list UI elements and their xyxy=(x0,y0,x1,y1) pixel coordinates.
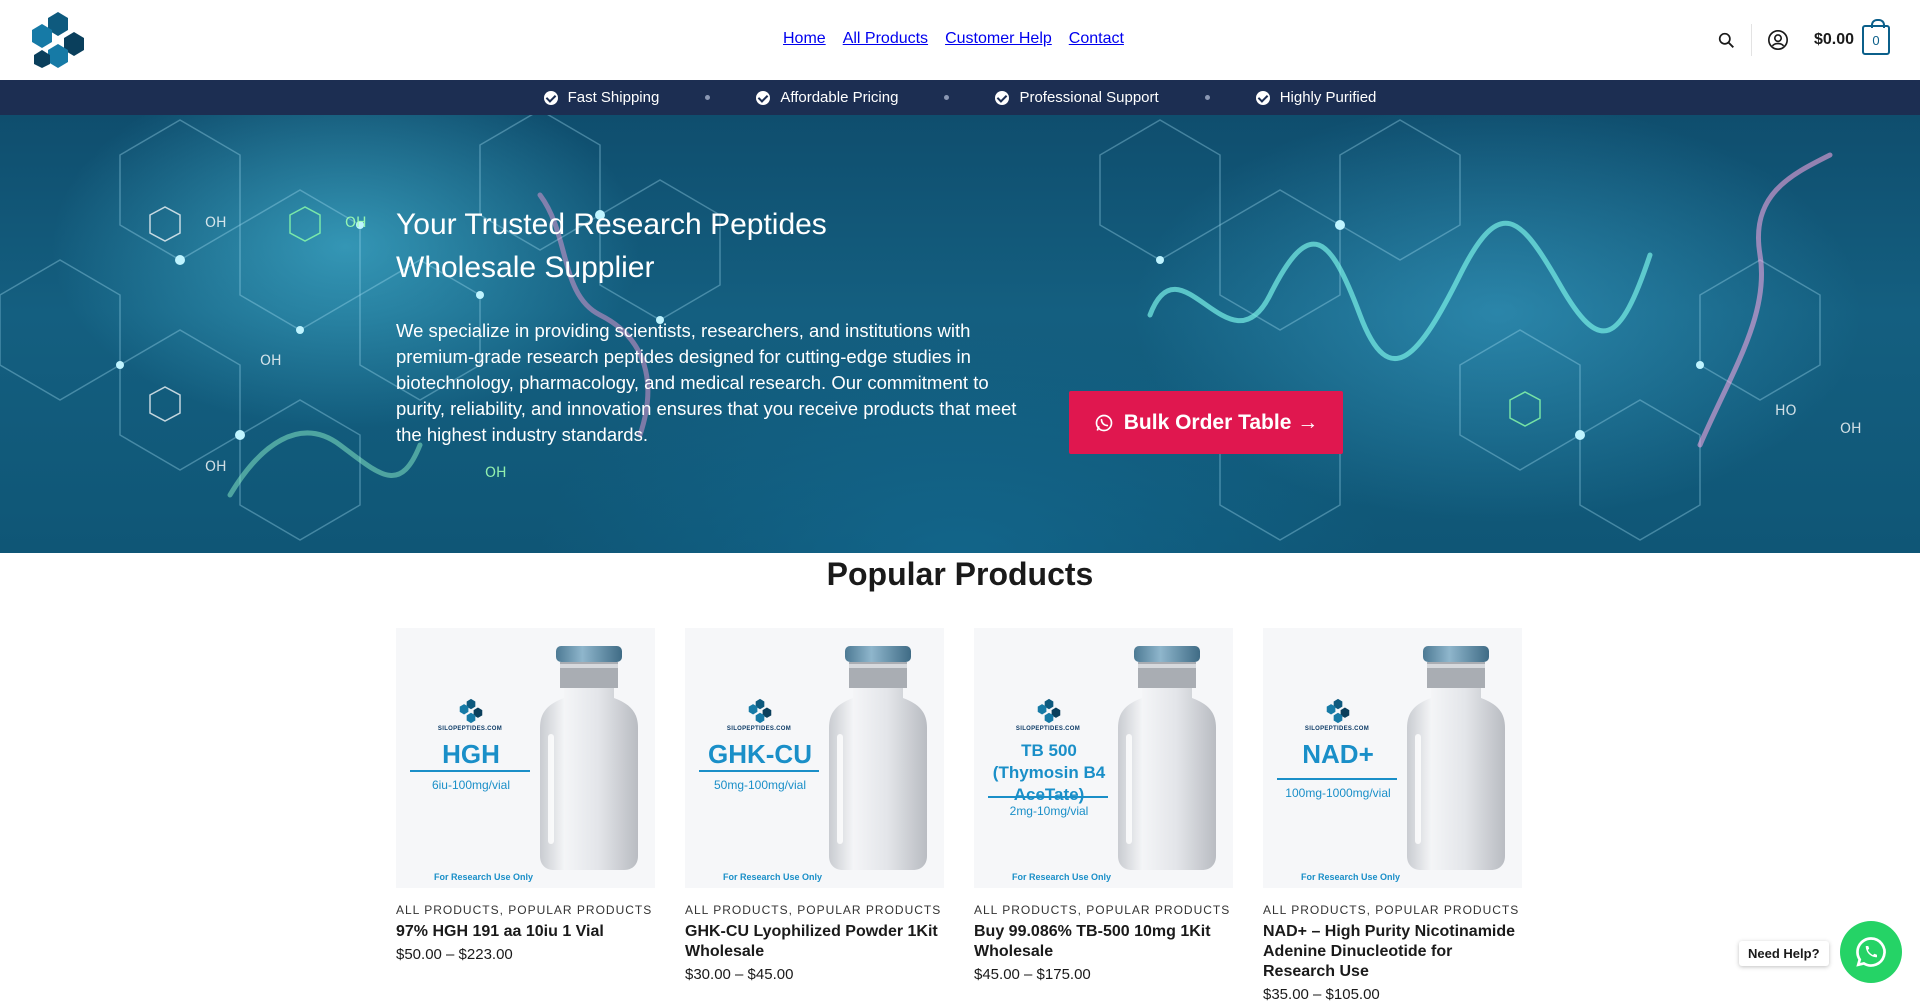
label-brand: SILOPEPTIDES.COM xyxy=(1304,726,1370,732)
product-title[interactable]: NAD+ – High Purity Nicotinamide Adenine … xyxy=(1263,922,1522,982)
svg-text:OH: OH xyxy=(205,215,227,231)
product-price: $50.00 – $223.00 xyxy=(396,946,513,963)
hero-banner: OH OH OH OH OH OH HO Your Trusted Resear… xyxy=(0,115,1920,553)
product-categories[interactable]: ALL PRODUCTS, POPULAR PRODUCTS xyxy=(396,903,655,917)
popular-products-title: Popular Products xyxy=(826,556,1094,592)
label-research-note: For Research Use Only xyxy=(722,872,823,882)
product-card[interactable]: SILOPEPTIDES.COM GHK-CU 50mg-100mg/vial … xyxy=(685,628,944,1003)
product-price: $30.00 – $45.00 xyxy=(685,966,794,983)
feature-fast-shipping: Fast Shipping xyxy=(543,89,660,106)
svg-text:OH: OH xyxy=(345,215,367,231)
cart-icon[interactable]: 0 xyxy=(1862,19,1890,55)
separator-dot xyxy=(944,95,950,100)
product-title[interactable]: 97% HGH 191 aa 10iu 1 Vial xyxy=(396,922,655,942)
product-categories[interactable]: ALL PRODUCTS, POPULAR PRODUCTS xyxy=(1263,903,1522,917)
header-divider xyxy=(1750,24,1752,56)
nav-home[interactable]: Home xyxy=(783,30,826,48)
header-actions: $0.00 0 xyxy=(1709,19,1890,58)
whatsapp-icon xyxy=(1095,414,1113,431)
hero-description: We specialize in providing scientists, r… xyxy=(396,320,1017,445)
check-circle-icon xyxy=(543,90,558,105)
label-divider xyxy=(988,796,1108,798)
vial-image xyxy=(540,646,638,870)
product-grid: SILOPEPTIDES.COM HGH 6iu-100mg/vial For … xyxy=(396,628,1522,1003)
label-research-note: For Research Use Only xyxy=(1011,872,1112,882)
label-brand: SILOPEPTIDES.COM xyxy=(726,726,792,732)
svg-text:OH: OH xyxy=(485,465,507,481)
label-research-note: For Research Use Only xyxy=(433,872,534,882)
product-categories[interactable]: ALL PRODUCTS, POPULAR PRODUCTS xyxy=(685,903,944,917)
feature-affordable-pricing: Affordable Pricing xyxy=(756,89,898,106)
label-dose: 6iu-100mg/vial xyxy=(431,778,511,792)
feature-label: Professional Support xyxy=(1019,89,1159,106)
product-title[interactable]: GHK-CU Lyophilized Powder 1Kit Wholesale xyxy=(685,922,944,962)
feature-professional-support: Professional Support xyxy=(995,89,1159,106)
vial-image xyxy=(1407,646,1505,870)
product-image[interactable]: SILOPEPTIDES.COM HGH 6iu-100mg/vial For … xyxy=(396,628,655,888)
bulk-order-button[interactable]: Bulk Order Table → xyxy=(1069,391,1343,454)
product-image[interactable]: SILOPEPTIDES.COM NAD+ 100mg-1000mg/vial … xyxy=(1263,628,1522,888)
label-product-name: HGH xyxy=(442,739,500,769)
brand-logo-icon xyxy=(1037,698,1061,724)
nav-contact[interactable]: Contact xyxy=(1069,30,1124,48)
separator-dot xyxy=(1204,95,1210,100)
account-icon[interactable] xyxy=(1760,22,1796,58)
main-nav: Home All Products Customer Help Contact xyxy=(783,30,1124,48)
product-image[interactable]: SILOPEPTIDES.COM TB 500 (Thymosin B4 Ace… xyxy=(974,628,1233,888)
feature-bar: Fast Shipping Affordable Pricing Profess… xyxy=(0,80,1920,115)
vial-image xyxy=(1118,646,1216,870)
cart-count: 0 xyxy=(1872,32,1880,48)
product-price: $45.00 – $175.00 xyxy=(974,966,1091,983)
svg-text:HO: HO xyxy=(1775,403,1797,419)
feature-label: Affordable Pricing xyxy=(780,89,899,106)
whatsapp-icon xyxy=(1856,937,1886,967)
nav-all-products[interactable]: All Products xyxy=(843,30,928,48)
product-card[interactable]: SILOPEPTIDES.COM NAD+ 100mg-1000mg/vial … xyxy=(1263,628,1522,1003)
bulk-order-label: Bulk Order Table → xyxy=(1123,410,1319,434)
separator-dot xyxy=(705,95,711,100)
label-divider xyxy=(1277,778,1397,780)
product-price: $35.00 – $105.00 xyxy=(1263,986,1380,1003)
label-dose: 100mg-1000mg/vial xyxy=(1285,786,1391,800)
label-dose: 50mg-100mg/vial xyxy=(713,778,807,792)
feature-label: Highly Purified xyxy=(1279,89,1377,106)
product-card[interactable]: SILOPEPTIDES.COM HGH 6iu-100mg/vial For … xyxy=(396,628,655,1003)
label-product-name: NAD+ xyxy=(1302,739,1374,769)
feature-label: Fast Shipping xyxy=(567,89,660,106)
label-brand: SILOPEPTIDES.COM xyxy=(437,726,503,732)
brand-logo-icon xyxy=(748,698,772,724)
feature-highly-purified: Highly Purified xyxy=(1255,89,1377,106)
vial-image xyxy=(829,646,927,870)
brand-logo-icon xyxy=(459,698,483,724)
product-categories[interactable]: ALL PRODUCTS, POPULAR PRODUCTS xyxy=(974,903,1233,917)
label-brand: SILOPEPTIDES.COM xyxy=(1015,726,1081,732)
svg-text:OH: OH xyxy=(260,353,282,369)
product-image[interactable]: SILOPEPTIDES.COM GHK-CU 50mg-100mg/vial … xyxy=(685,628,944,888)
site-header: Home All Products Customer Help Contact … xyxy=(0,0,1920,80)
label-divider xyxy=(410,770,530,772)
svg-text:OH: OH xyxy=(1840,421,1862,437)
cart-total[interactable]: $0.00 xyxy=(1814,31,1854,49)
product-title[interactable]: Buy 99.086% TB-500 10mg 1Kit Wholesale xyxy=(974,922,1233,962)
label-product-name: GHK-CU xyxy=(708,739,812,769)
need-help-label[interactable]: Need Help? xyxy=(1739,941,1829,966)
check-circle-icon xyxy=(1255,90,1270,105)
hero-title: Your Trusted Research Peptides Wholesale… xyxy=(396,208,827,284)
check-circle-icon xyxy=(756,90,771,105)
label-research-note: For Research Use Only xyxy=(1300,872,1401,882)
logo-icon[interactable] xyxy=(28,10,88,70)
check-circle-icon xyxy=(995,90,1010,105)
label-divider xyxy=(699,770,819,772)
search-icon[interactable] xyxy=(1709,22,1745,58)
nav-customer-help[interactable]: Customer Help xyxy=(945,30,1052,48)
label-dose: 2mg-10mg/vial xyxy=(1009,804,1089,818)
product-card[interactable]: SILOPEPTIDES.COM TB 500 (Thymosin B4 Ace… xyxy=(974,628,1233,1003)
brand-logo-icon xyxy=(1326,698,1350,724)
whatsapp-chat-button[interactable] xyxy=(1840,921,1902,983)
svg-text:OH: OH xyxy=(205,459,227,475)
